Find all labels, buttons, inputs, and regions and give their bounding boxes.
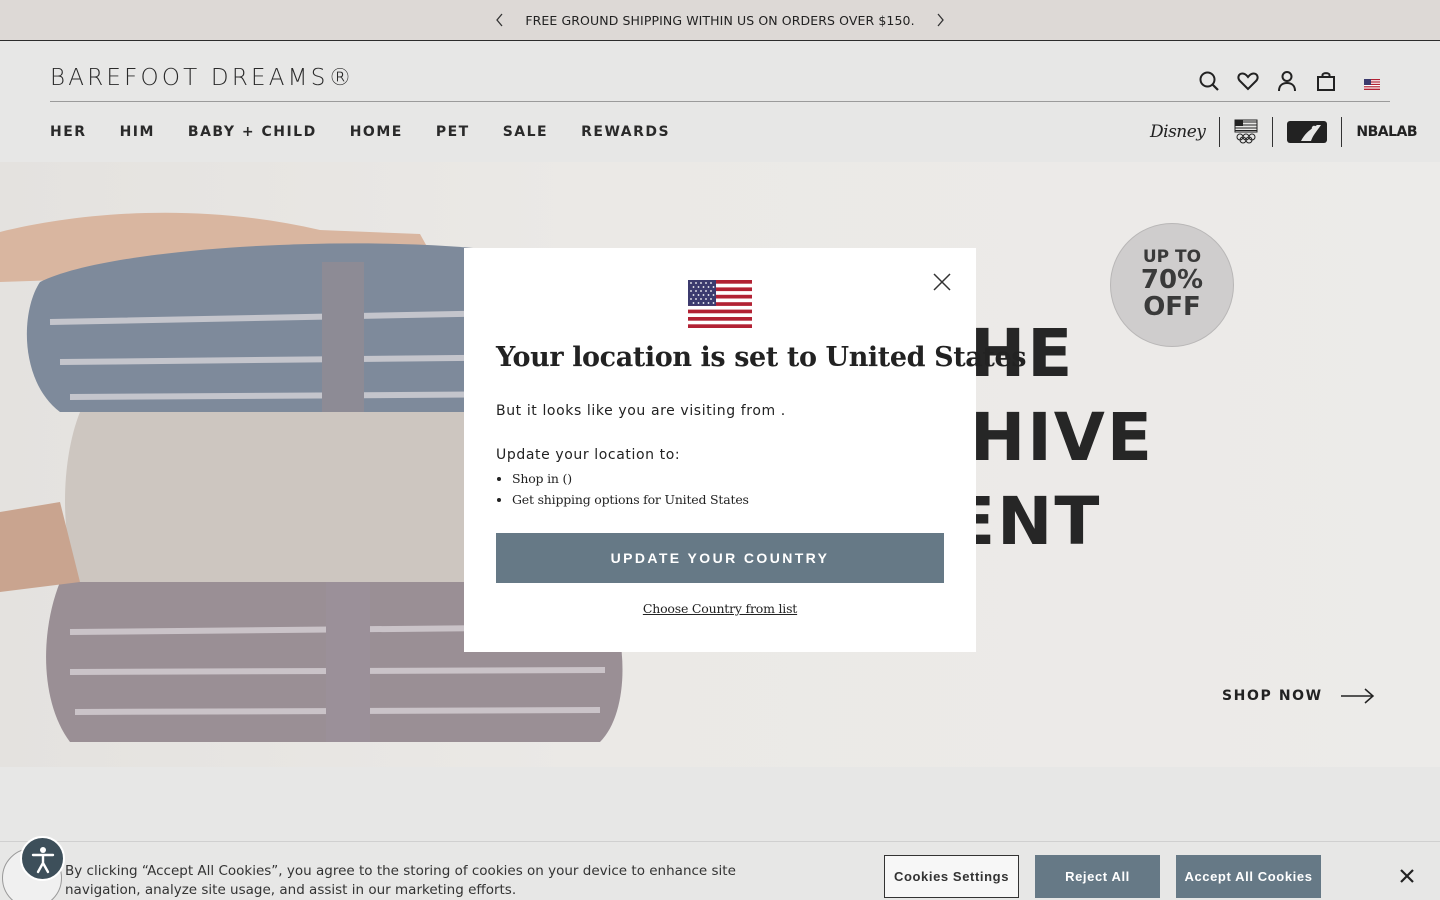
partner-divider xyxy=(1272,117,1274,147)
visiting-text: But it looks like you are visiting from … xyxy=(496,403,786,419)
site-header: BAREFOOT DREAMS® HER HIM BABY + CHILD HO… xyxy=(0,41,1440,162)
search-icon[interactable] xyxy=(1197,69,1221,93)
nba-lab-text: NBALAB xyxy=(1356,124,1418,140)
update-country-button[interactable]: UPDATE YOUR COUNTRY xyxy=(496,533,944,583)
close-icon[interactable] xyxy=(1397,866,1417,886)
cookie-text: By clicking “Accept All Cookies”, you ag… xyxy=(65,863,736,898)
us-flag-icon[interactable] xyxy=(1360,72,1384,96)
close-icon[interactable] xyxy=(932,272,952,292)
account-icon[interactable] xyxy=(1275,69,1299,93)
location-modal: Your location is set to United States Bu… xyxy=(464,248,1026,652)
cookie-banner: By clicking “Accept All Cookies”, you ag… xyxy=(0,841,1440,900)
nba-lab-logo[interactable]: NBALAB xyxy=(1356,116,1417,148)
announcement-text: FREE GROUND SHIPPING WITHIN US ON ORDERS… xyxy=(525,12,915,28)
partner-divider xyxy=(1341,117,1343,147)
disney-logo-text: Disney xyxy=(1150,122,1206,142)
brand-logo[interactable]: BAREFOOT DREAMS® xyxy=(50,65,355,91)
bag-icon[interactable] xyxy=(1314,69,1338,93)
choose-country-link[interactable]: Choose Country from list xyxy=(464,601,976,616)
location-option: Get shipping options for United States xyxy=(512,489,749,510)
update-prompt: Update your location to: xyxy=(496,447,681,463)
nav-sale[interactable]: SALE xyxy=(503,124,548,140)
nav-rewards[interactable]: REWARDS xyxy=(581,124,670,140)
announcement-bar: FREE GROUND SHIPPING WITHIN US ON ORDERS… xyxy=(0,0,1440,41)
header-divider xyxy=(50,101,1390,102)
team-usa-logo[interactable] xyxy=(1234,116,1258,148)
location-options: Shop in () Get shipping options for Unit… xyxy=(512,468,749,510)
location-option: Shop in () xyxy=(512,468,749,489)
nav-pet[interactable]: PET xyxy=(436,124,470,140)
partner-logos: Disney NBALAB xyxy=(1150,116,1418,148)
mlb-logo[interactable] xyxy=(1287,116,1328,148)
hero-headline-line: HIVE xyxy=(970,399,1154,476)
accessibility-icon[interactable] xyxy=(20,836,65,881)
shop-now-link[interactable]: SHOP NOW xyxy=(1222,688,1375,704)
modal-title: Your location is set to United States xyxy=(496,342,1027,373)
badge-line-2: 70% xyxy=(1140,264,1204,295)
cookies-settings-button[interactable]: Cookies Settings xyxy=(884,855,1019,898)
arrow-right-icon xyxy=(1340,688,1374,704)
accept-all-cookies-button[interactable]: Accept All Cookies xyxy=(1176,855,1321,898)
partner-divider xyxy=(1219,117,1221,147)
page: FREE GROUND SHIPPING WITHIN US ON ORDERS… xyxy=(0,0,1440,900)
nav-him[interactable]: HIM xyxy=(120,124,155,140)
us-flag-icon xyxy=(688,280,752,328)
nav-her[interactable]: HER xyxy=(50,124,87,140)
heart-icon[interactable] xyxy=(1236,69,1260,93)
hero-headline-line: ENT xyxy=(950,483,1102,560)
reject-all-button[interactable]: Reject All xyxy=(1035,855,1160,898)
badge-line-1: UP TO xyxy=(1142,246,1202,267)
chevron-right-icon[interactable] xyxy=(931,11,949,29)
main-nav: HER HIM BABY + CHILD HOME PET SALE REWAR… xyxy=(50,124,703,140)
disney-logo[interactable]: Disney xyxy=(1150,116,1206,148)
chevron-left-icon[interactable] xyxy=(491,11,509,29)
shop-now-label: SHOP NOW xyxy=(1222,688,1323,704)
nav-baby-child[interactable]: BABY + CHILD xyxy=(188,124,317,140)
nav-home[interactable]: HOME xyxy=(350,124,403,140)
